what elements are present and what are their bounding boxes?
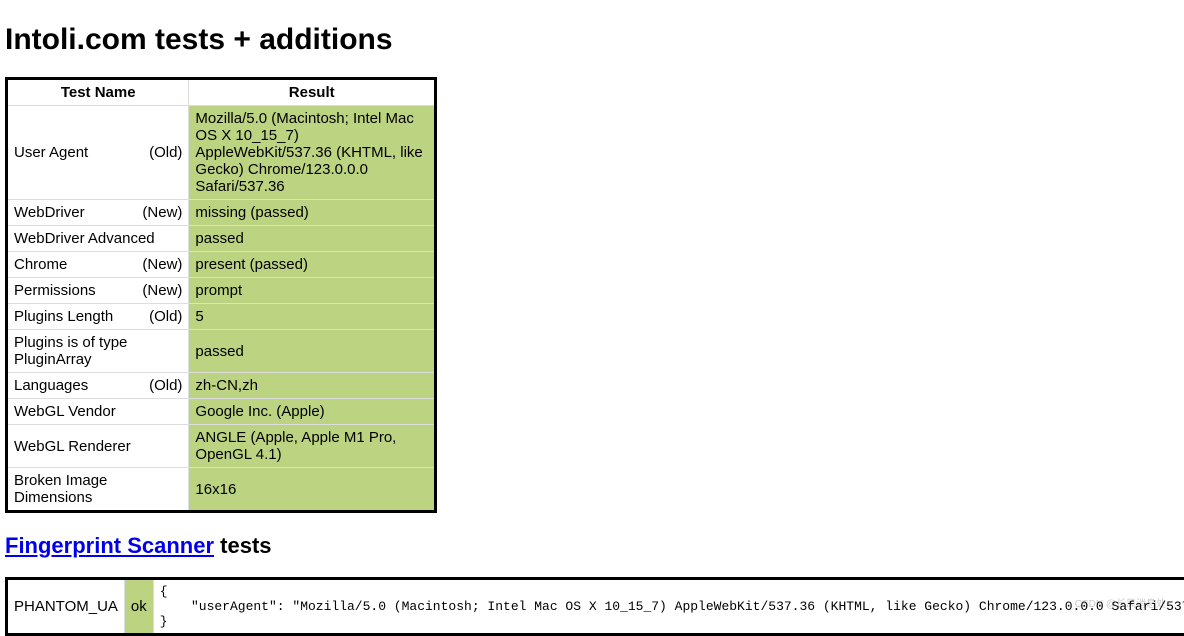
table-row: WebGL Vendor Google Inc. (Apple) xyxy=(7,399,436,425)
intoli-tests-table: Test Name Result User Agent (Old) Mozilla/… xyxy=(5,77,437,513)
test-name-cell: Plugins is of type PluginArray xyxy=(7,330,189,373)
col-header-result: Result xyxy=(189,79,436,106)
test-name-cell: Broken Image Dimensions xyxy=(7,468,189,512)
fp-test-name: PHANTOM_UA xyxy=(7,579,125,635)
fp-heading-rest: tests xyxy=(214,533,271,558)
test-name-cell: Languages (Old) xyxy=(7,373,189,399)
test-tag: (Old) xyxy=(149,144,182,161)
test-name-cell: Permissions (New) xyxy=(7,278,189,304)
test-result-cell: passed xyxy=(189,330,436,373)
test-tag: (Old) xyxy=(149,308,182,325)
test-result-cell: present (passed) xyxy=(189,252,436,278)
test-result-cell: 16x16 xyxy=(189,468,436,512)
fp-heading: Fingerprint Scanner tests xyxy=(5,533,1179,559)
table-row: Plugins is of type PluginArraypassed xyxy=(7,330,436,373)
test-name: Broken Image Dimensions xyxy=(14,472,182,506)
fingerprint-table: PHANTOM_UAok{ "userAgent": "Mozilla/5.0 … xyxy=(5,577,1184,636)
table-row: WebDriver (New) missing (passed) xyxy=(7,200,436,226)
table-row: WebDriver Advanced passed xyxy=(7,226,436,252)
test-result-cell: prompt xyxy=(189,278,436,304)
table-row: Chrome (New) present (passed) xyxy=(7,252,436,278)
test-result-cell: Mozilla/5.0 (Macintosh; Intel Mac OS X 1… xyxy=(189,106,436,200)
test-name: Permissions xyxy=(14,282,96,299)
test-name-cell: WebGL Vendor xyxy=(7,399,189,425)
page-title: Intoli.com tests + additions xyxy=(5,23,1179,57)
col-header-name: Test Name xyxy=(7,79,189,106)
test-tag: (New) xyxy=(142,204,182,221)
test-name-cell: WebDriver (New) xyxy=(7,200,189,226)
test-result-cell: 5 xyxy=(189,304,436,330)
table-row: Broken Image Dimensions16x16 xyxy=(7,468,436,512)
test-result-cell: ANGLE (Apple, Apple M1 Pro, OpenGL 4.1) xyxy=(189,425,436,468)
fp-status-cell: ok xyxy=(124,579,153,635)
test-name: Languages xyxy=(14,377,88,394)
test-name-cell: WebDriver Advanced xyxy=(7,226,189,252)
test-name: WebDriver Advanced xyxy=(14,230,155,247)
test-result-cell: zh-CN,zh xyxy=(189,373,436,399)
table-row: Plugins Length (Old) 5 xyxy=(7,304,436,330)
table-header-row: Test Name Result xyxy=(7,79,436,106)
test-result-cell: Google Inc. (Apple) xyxy=(189,399,436,425)
test-name: Chrome xyxy=(14,256,67,273)
test-name: Plugins is of type PluginArray xyxy=(14,334,182,368)
table-row: Permissions (New) prompt xyxy=(7,278,436,304)
test-name-cell: WebGL Renderer xyxy=(7,425,189,468)
fp-json-cell: { "userAgent": "Mozilla/5.0 (Macintosh; … xyxy=(153,579,1184,635)
test-tag: (New) xyxy=(142,256,182,273)
test-name: User Agent xyxy=(14,144,88,161)
test-result-cell: passed xyxy=(189,226,436,252)
test-name: WebDriver xyxy=(14,204,85,221)
fp-row: PHANTOM_UAok{ "userAgent": "Mozilla/5.0 … xyxy=(7,579,1184,635)
test-name: Plugins Length xyxy=(14,308,113,325)
table-row: WebGL Renderer ANGLE (Apple, Apple M1 Pro… xyxy=(7,425,436,468)
test-tag: (Old) xyxy=(149,377,182,394)
test-name: WebGL Vendor xyxy=(14,403,116,420)
fingerprint-scanner-link[interactable]: Fingerprint Scanner xyxy=(5,533,214,558)
watermark: CSDN @长风消息处 xyxy=(1075,595,1166,610)
test-name-cell: Chrome (New) xyxy=(7,252,189,278)
table-row: Languages (Old) zh-CN,zh xyxy=(7,373,436,399)
test-name-cell: Plugins Length (Old) xyxy=(7,304,189,330)
test-tag: (New) xyxy=(142,282,182,299)
table-row: User Agent (Old) Mozilla/5.0 (Macintosh; I… xyxy=(7,106,436,200)
test-result-cell: missing (passed) xyxy=(189,200,436,226)
test-name-cell: User Agent (Old) xyxy=(7,106,189,200)
test-name: WebGL Renderer xyxy=(14,438,131,455)
